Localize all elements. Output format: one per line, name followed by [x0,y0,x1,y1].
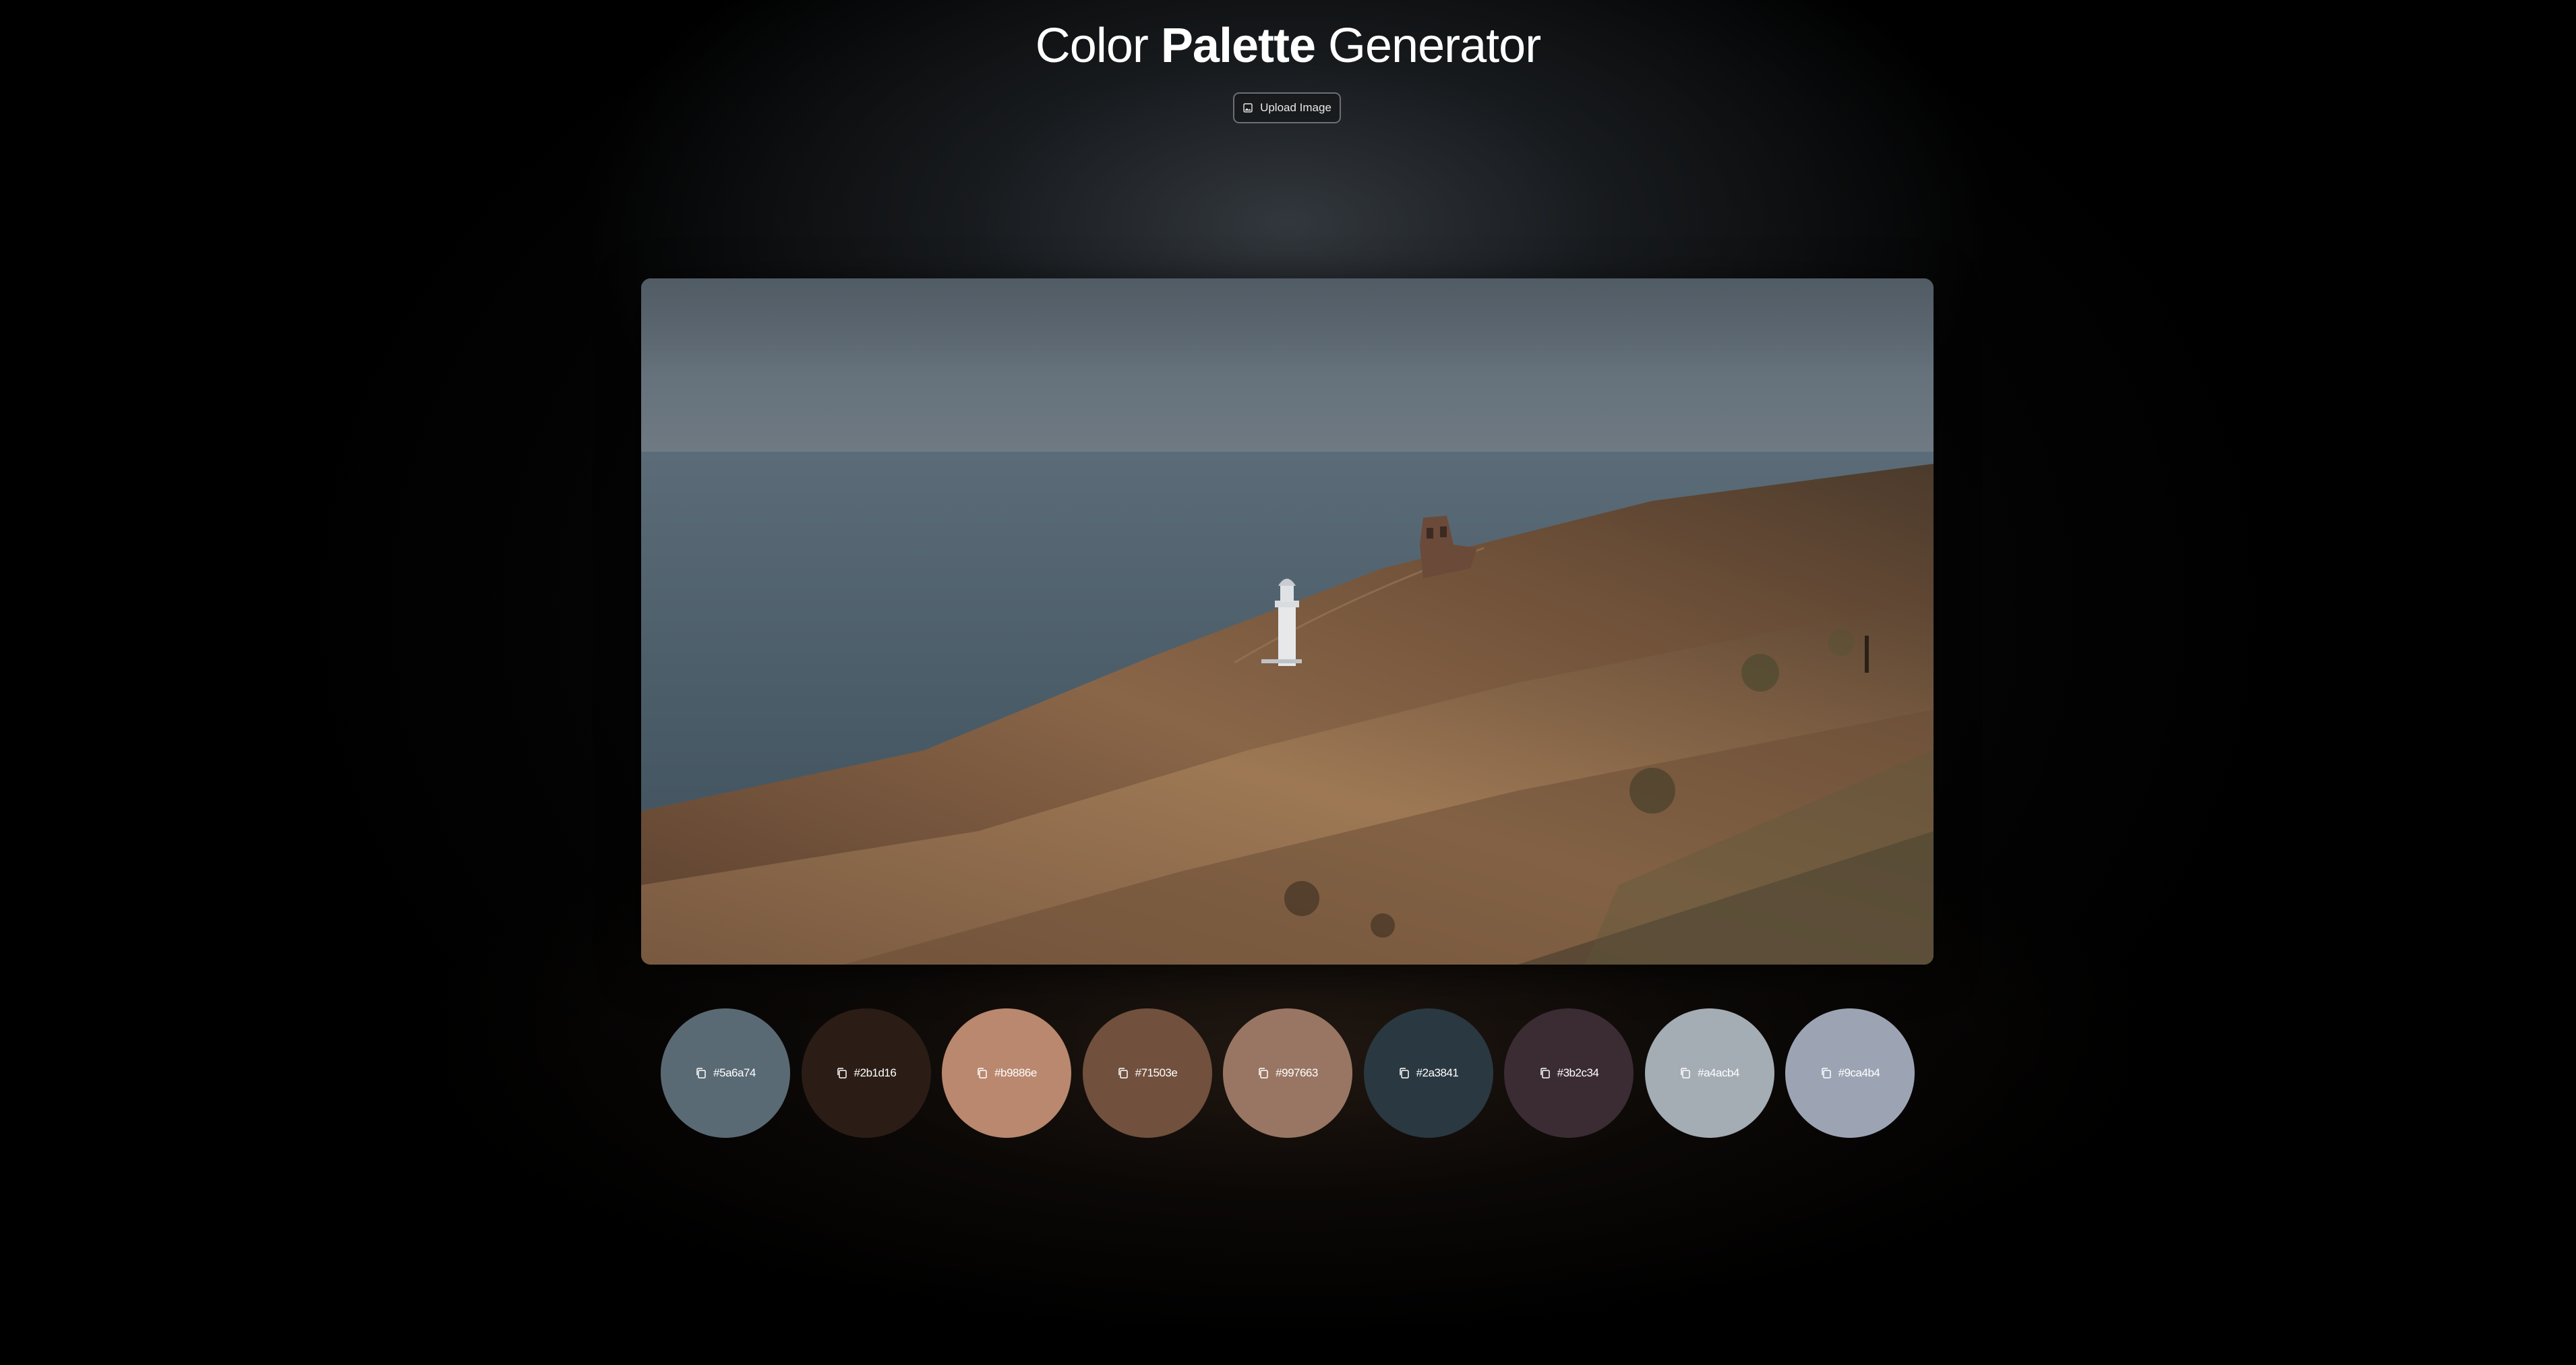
landscape-photo [641,278,1934,965]
color-swatch[interactable]: #997663 [1223,1008,1352,1138]
copy-icon [1118,1068,1128,1079]
color-swatch[interactable]: #b9886e [942,1008,1071,1138]
copy-icon [978,1068,987,1079]
title-part-palette: Palette [1160,19,1316,73]
swatch-hex-label: #997663 [1276,1066,1318,1079]
upload-image-button[interactable]: Upload Image [1233,92,1341,123]
copy-icon [696,1068,706,1079]
swatch-hex-label: #2a3841 [1416,1066,1459,1079]
swatch-hex-label: #b9886e [994,1066,1037,1079]
swatch-hex-label: #9ca4b4 [1838,1066,1880,1079]
title-part-color: Color [1035,19,1149,73]
copy-icon [1540,1068,1550,1079]
copy-icon [1399,1068,1409,1079]
copy-icon [1681,1068,1690,1079]
swatch-hex-label: #5a6a74 [713,1066,756,1079]
copy-icon [1821,1068,1831,1079]
swatch-hex-label: #3b2c34 [1557,1066,1599,1079]
swatch-hex-label: #2b1d16 [853,1066,897,1079]
uploaded-image [641,278,1934,965]
color-swatch[interactable]: #9ca4b4 [1785,1008,1915,1138]
color-swatch[interactable]: #2a3841 [1363,1008,1493,1138]
color-swatch[interactable]: #71503e [1082,1008,1212,1138]
copy-icon [1259,1068,1268,1079]
palette-swatches: #5a6a74 #2b1d16 #b9886e #71503e #997663 #2a38… [661,1008,1915,1138]
page-title: Color Palette Generator [0,12,2576,80]
swatch-hex-label: #a4acb4 [1698,1066,1739,1079]
image-icon [1243,103,1253,113]
page: Color Palette Generator Upload Image #5a… [0,0,2576,1365]
color-swatch[interactable]: #a4acb4 [1644,1008,1774,1138]
color-swatch[interactable]: #2b1d16 [801,1008,931,1138]
color-swatch[interactable]: #3b2c34 [1504,1008,1634,1138]
title-part-generator: Generator [1328,19,1541,73]
swatch-hex-label: #71503e [1135,1066,1178,1079]
upload-image-label: Upload Image [1260,101,1331,114]
color-swatch[interactable]: #5a6a74 [661,1008,790,1138]
copy-icon [837,1068,847,1079]
